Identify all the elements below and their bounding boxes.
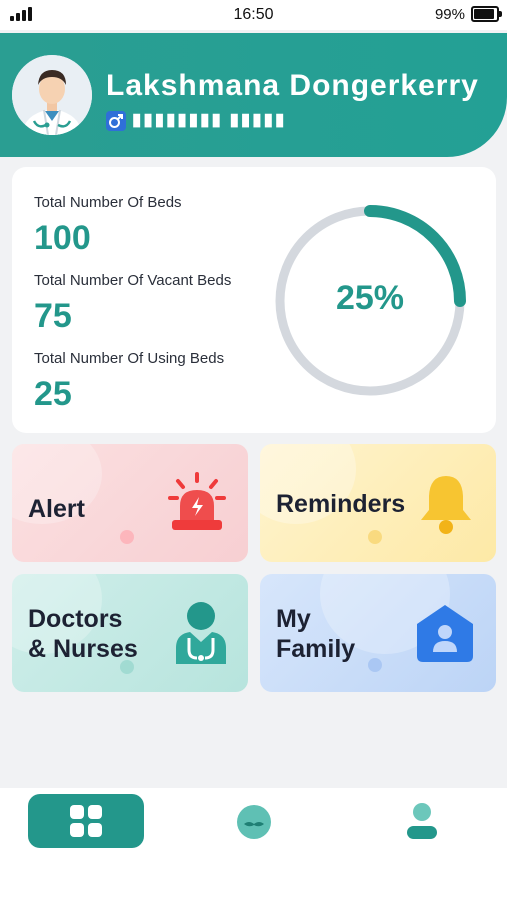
battery-icon (471, 6, 502, 22)
vacant-beds-value: 75 (34, 297, 72, 335)
male-icon (106, 111, 126, 131)
doctors-label-line2: & Nurses (28, 635, 138, 663)
avatar[interactable] (12, 55, 92, 135)
beds-summary-card: Total Number Of Beds 100 Total Number Of… (12, 167, 496, 433)
family-label-line2: Family (276, 635, 356, 663)
profile-header: Lakshmana Dongerkerry ▮▮▮▮▮▮▮▮ ▮▮▮▮▮ (0, 33, 507, 157)
reminders-tile[interactable]: Reminders (260, 444, 496, 562)
bed-usage-percent: 25% (335, 279, 405, 317)
reminders-label: Reminders (276, 490, 406, 518)
doctor-avatar-icon (12, 55, 92, 135)
doctor-head-icon[interactable] (236, 804, 272, 840)
doctor-icon (176, 602, 226, 664)
decor-dot (368, 530, 382, 544)
user-name: Lakshmana Dongerkerry (106, 69, 479, 102)
decor-dot (368, 658, 382, 672)
using-beds-label: Total Number Of Using Beds (34, 350, 225, 367)
status-bar: 16:50 99% (0, 0, 507, 30)
doctors-nurses-tile[interactable]: Doctors & Nurses (12, 574, 248, 692)
bottom-navigation (0, 788, 507, 900)
bell-icon (421, 476, 471, 534)
nav-home-button[interactable] (28, 794, 144, 848)
my-family-tile[interactable]: My Family (260, 574, 496, 692)
doctors-label-line1: Doctors (28, 605, 123, 633)
total-beds-value: 100 (34, 219, 91, 257)
decor-dot (120, 530, 134, 544)
using-beds-value: 25 (34, 375, 72, 413)
vacant-beds-label: Total Number Of Vacant Beds (34, 272, 232, 289)
alert-tile[interactable]: Alert (12, 444, 248, 562)
house-person-icon (417, 605, 473, 662)
person-icon[interactable] (404, 802, 440, 840)
grid-icon (70, 805, 102, 837)
alert-label: Alert (28, 495, 85, 523)
battery-percent: 99% (434, 6, 465, 23)
siren-icon (168, 472, 226, 530)
total-beds-label: Total Number Of Beds (34, 194, 182, 211)
family-label-line1: My (276, 605, 311, 633)
user-id: ▮▮▮▮▮▮▮▮ ▮▮▮▮▮ (132, 110, 287, 129)
status-time: 16:50 (233, 6, 274, 23)
